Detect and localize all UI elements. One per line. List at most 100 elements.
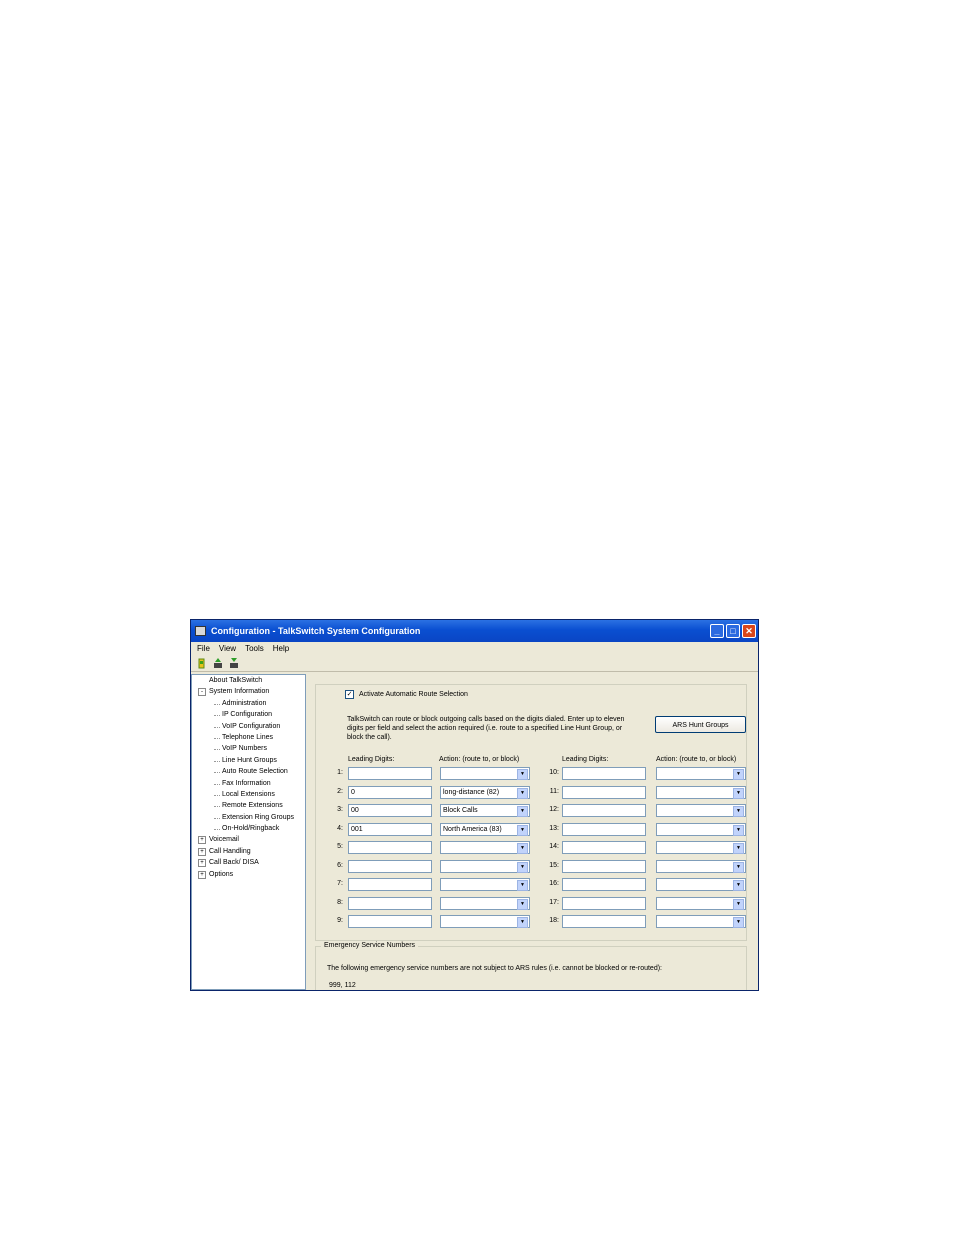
leading-digits-input[interactable]	[562, 915, 646, 928]
expand-icon[interactable]: +	[198, 836, 206, 845]
tree-item[interactable]: About TalkSwitch	[192, 675, 305, 686]
navigation-tree[interactable]: About TalkSwitch - System Information Admin…	[191, 674, 306, 990]
download-icon[interactable]	[229, 657, 239, 669]
tree-item[interactable]: Auto Route Selection	[192, 766, 305, 777]
chevron-down-icon[interactable]: ▼	[733, 861, 744, 873]
leading-digits-input[interactable]	[562, 841, 646, 854]
leading-digits-input[interactable]	[562, 896, 646, 910]
tree-item-label: Telephone Lines	[222, 733, 273, 741]
chevron-down-icon[interactable]: ▼	[733, 843, 744, 854]
chevron-down-icon[interactable]: ▼	[733, 769, 744, 780]
chevron-down-icon[interactable]: ▼	[517, 880, 528, 891]
action-select[interactable]: ▼	[440, 878, 530, 891]
chevron-down-icon[interactable]: ▼	[517, 787, 528, 799]
chevron-down-icon[interactable]: ▼	[517, 898, 528, 910]
connect-icon[interactable]	[197, 658, 207, 669]
chevron-down-icon[interactable]: ▼	[517, 824, 528, 836]
leading-digits-input[interactable]	[348, 915, 432, 928]
action-select[interactable]: ▼	[656, 785, 746, 799]
tree-item[interactable]: VoIP Numbers	[192, 743, 305, 754]
menu-view[interactable]: View	[219, 644, 236, 653]
chevron-down-icon[interactable]: ▼	[733, 898, 744, 910]
leading-digits-input[interactable]: 001	[348, 822, 432, 836]
tree-item[interactable]: Telephone Lines	[192, 732, 305, 743]
tree-item[interactable]: + Options	[192, 869, 305, 880]
leading-digits-input[interactable]	[562, 878, 646, 891]
close-button[interactable]: ✕	[742, 624, 756, 638]
tree-item[interactable]: On-Hold/Ringback	[192, 823, 305, 834]
action-select[interactable]: ▼	[440, 896, 530, 910]
maximize-button[interactable]: □	[726, 624, 740, 638]
leading-digits-input[interactable]	[562, 767, 646, 780]
chevron-down-icon[interactable]: ▼	[517, 806, 528, 817]
tree-item[interactable]: - System Information	[192, 686, 305, 697]
row-number: 14:	[549, 843, 559, 850]
upload-icon[interactable]	[213, 657, 223, 669]
menu-help[interactable]: Help	[273, 644, 289, 653]
expand-icon[interactable]: +	[198, 847, 206, 856]
chevron-down-icon[interactable]: ▼	[517, 917, 528, 928]
tree-item[interactable]: Administration	[192, 698, 305, 709]
chevron-down-icon[interactable]: ▼	[733, 787, 744, 799]
chevron-down-icon[interactable]: ▼	[733, 824, 744, 836]
action-select[interactable]: ▼	[656, 822, 746, 836]
title-bar: Configuration - TalkSwitch System Config…	[191, 620, 758, 642]
activate-ars-checkbox[interactable]: ✓	[345, 690, 354, 699]
action-select[interactable]: long-distance (82) ▼	[440, 785, 530, 799]
chevron-down-icon[interactable]: ▼	[517, 769, 528, 780]
tree-item[interactable]: IP Configuration	[192, 709, 305, 720]
tree-item[interactable]: Local Extensions	[192, 789, 305, 800]
row-number: 13:	[549, 824, 559, 832]
tree-item[interactable]: VoIP Configuration	[192, 721, 305, 732]
action-select[interactable]: Block Calls ▼	[440, 804, 530, 817]
activate-ars-row[interactable]: ✓ Activate Automatic Route Selection	[345, 690, 471, 699]
action-select[interactable]: ▼	[440, 915, 530, 928]
tree-item[interactable]: Fax Information	[192, 778, 305, 789]
menu-tools[interactable]: Tools	[245, 644, 264, 653]
leading-digits-input[interactable]	[348, 841, 432, 854]
leading-digits-input[interactable]	[348, 767, 432, 780]
tree-item[interactable]: Extension Ring Groups	[192, 812, 305, 823]
tree-item[interactable]: + Voicemail	[192, 834, 305, 845]
leading-digits-input[interactable]	[348, 878, 432, 891]
leading-digits-input[interactable]	[562, 785, 646, 799]
leading-digits-input[interactable]: 00	[348, 804, 432, 817]
action-select[interactable]: ▼	[656, 878, 746, 891]
action-select[interactable]: ▼	[440, 767, 530, 780]
leading-digits-input[interactable]	[562, 859, 646, 873]
tree-item[interactable]: + Call Back/ DISA	[192, 857, 305, 868]
chevron-down-icon[interactable]: ▼	[733, 806, 744, 817]
leading-digits-input[interactable]	[562, 822, 646, 836]
action-select[interactable]: ▼	[656, 841, 746, 854]
action-select[interactable]: ▼	[656, 896, 746, 910]
leading-digits-input[interactable]	[348, 859, 432, 873]
expand-icon[interactable]: +	[198, 859, 206, 868]
row-number: 11:	[549, 787, 559, 795]
collapse-icon[interactable]: -	[198, 688, 206, 697]
chevron-down-icon[interactable]: ▼	[517, 843, 528, 854]
chevron-down-icon[interactable]: ▼	[733, 917, 744, 928]
row-number: 5:	[337, 843, 343, 850]
content-area: About TalkSwitch - System Information Admin…	[191, 672, 758, 990]
expand-icon[interactable]: +	[198, 870, 206, 879]
tree-item[interactable]: + Call Handling	[192, 846, 305, 857]
minimize-button[interactable]: _	[710, 624, 724, 638]
menu-file[interactable]: File	[197, 644, 210, 653]
leading-digits-input[interactable]	[348, 896, 432, 910]
action-select[interactable]: ▼	[656, 859, 746, 873]
leading-digits-input[interactable]	[562, 804, 646, 817]
tree-item[interactable]: Line Hunt Groups	[192, 755, 305, 766]
action-select[interactable]: ▼	[440, 859, 530, 873]
action-select[interactable]: North America (83) ▼	[440, 822, 530, 836]
tree-item[interactable]: Remote Extensions	[192, 800, 305, 811]
tree-item-label: Administration	[222, 699, 267, 707]
chevron-down-icon[interactable]: ▼	[517, 861, 528, 873]
action-select[interactable]: ▼	[656, 915, 746, 928]
action-select[interactable]: ▼	[440, 841, 530, 854]
leading-digits-input[interactable]: 0	[348, 785, 432, 799]
chevron-down-icon[interactable]: ▼	[733, 880, 744, 891]
action-select[interactable]: ▼	[656, 767, 746, 780]
tree-item-label: VoIP Numbers	[222, 745, 268, 753]
ars-hunt-groups-button[interactable]: ARS Hunt Groups	[655, 716, 746, 733]
action-select[interactable]: ▼	[656, 804, 746, 817]
